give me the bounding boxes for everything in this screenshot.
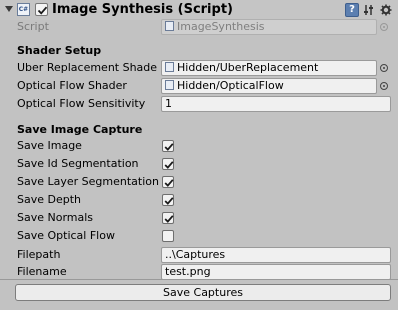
filename-label: Filename	[17, 265, 67, 278]
save-captures-button[interactable]: Save Captures	[15, 284, 391, 301]
divider	[0, 279, 398, 280]
script-icon: C#	[17, 3, 30, 16]
toggle-checkbox[interactable]	[162, 194, 174, 206]
checkmark-icon	[164, 143, 174, 151]
filename-input[interactable]: test.png	[161, 264, 391, 280]
filepath-input[interactable]: ..\Captures	[161, 247, 391, 263]
toggle-checkbox[interactable]	[162, 176, 174, 188]
toggle-label: Save Optical Flow	[17, 229, 115, 242]
toggle-checkbox[interactable]	[162, 140, 174, 152]
uber-replacement-label: Uber Replacement Shade	[17, 61, 158, 74]
optical-flow-sensitivity-label: Optical Flow Sensitivity	[17, 97, 146, 110]
script-picker-icon	[380, 23, 388, 31]
gear-icon[interactable]	[380, 3, 394, 17]
preset-icon[interactable]	[363, 3, 377, 17]
script-label: Script	[17, 20, 49, 33]
toggle-label: Save Normals	[17, 211, 94, 224]
checkmark-icon	[164, 161, 174, 169]
checkmark-icon	[164, 215, 174, 223]
inspector-panel: C# Image Synthesis (Script) ? Script Ima…	[0, 0, 398, 310]
component-enabled-checkbox[interactable]	[35, 3, 48, 16]
shader-setup-heading: Shader Setup	[17, 44, 102, 57]
help-icon[interactable]: ?	[345, 3, 359, 17]
shader-icon	[165, 80, 174, 90]
toggle-label: Save Id Segmentation	[17, 157, 139, 170]
toggle-label: Save Depth	[17, 193, 82, 206]
save-image-capture-heading: Save Image Capture	[17, 123, 143, 136]
script-field: ImageSynthesis	[161, 19, 377, 35]
script-value: ImageSynthesis	[177, 20, 265, 33]
script-file-icon	[165, 21, 174, 31]
shader-icon	[165, 62, 174, 72]
uber-replacement-field[interactable]: Hidden/UberReplacement	[161, 60, 377, 76]
checkmark-icon	[164, 197, 174, 205]
toggle-checkbox[interactable]	[162, 158, 174, 170]
object-picker-icon[interactable]	[380, 64, 388, 72]
toggle-checkbox[interactable]	[162, 212, 174, 224]
object-picker-icon[interactable]	[380, 82, 388, 90]
toggle-label: Save Image	[17, 139, 82, 152]
optical-flow-shader-field[interactable]: Hidden/OpticalFlow	[161, 78, 377, 94]
checkmark-icon	[164, 179, 174, 187]
optical-flow-shader-value: Hidden/OpticalFlow	[177, 79, 284, 92]
uber-replacement-value: Hidden/UberReplacement	[177, 61, 319, 74]
component-title: Image Synthesis (Script)	[52, 2, 233, 17]
foldout-arrow-icon[interactable]	[5, 6, 13, 12]
toggle-label: Save Layer Segmentation	[17, 175, 159, 188]
optical-flow-sensitivity-input[interactable]: 1	[161, 96, 391, 112]
component-header[interactable]: C# Image Synthesis (Script) ?	[0, 0, 398, 20]
toggle-checkbox[interactable]	[162, 230, 174, 242]
filepath-label: Filepath	[17, 248, 61, 261]
optical-flow-shader-label: Optical Flow Shader	[17, 79, 127, 92]
